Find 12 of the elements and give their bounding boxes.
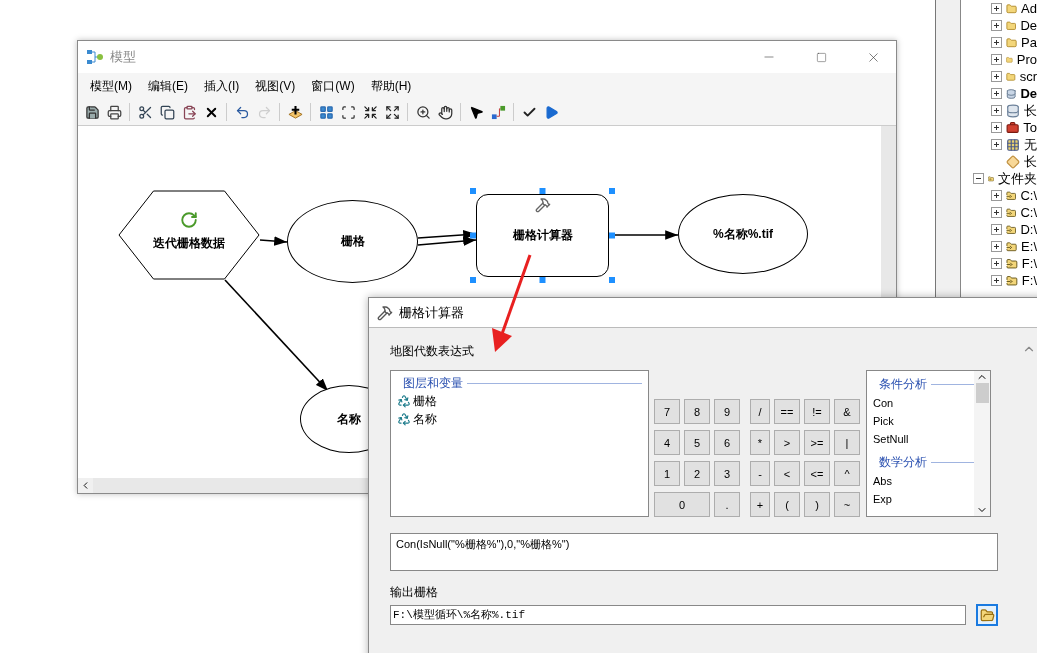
node-label: 栅格: [340, 233, 365, 250]
window-title: 模型: [110, 48, 137, 66]
group-heading: 条件分析: [879, 375, 927, 393]
dialog-title: 栅格计算器: [399, 303, 464, 322]
node-label: %名称%.tif: [713, 225, 773, 243]
node-label: 名称: [337, 410, 361, 428]
expression-label: 地图代数表达式: [390, 343, 475, 360]
group-heading: 数学分析: [879, 453, 927, 471]
node-label: 栅格计算器: [512, 227, 573, 244]
output-label: 输出栅格: [390, 584, 439, 601]
group-heading: 图层和变量: [403, 375, 463, 392]
node-label: 迭代栅格数据: [153, 234, 225, 252]
